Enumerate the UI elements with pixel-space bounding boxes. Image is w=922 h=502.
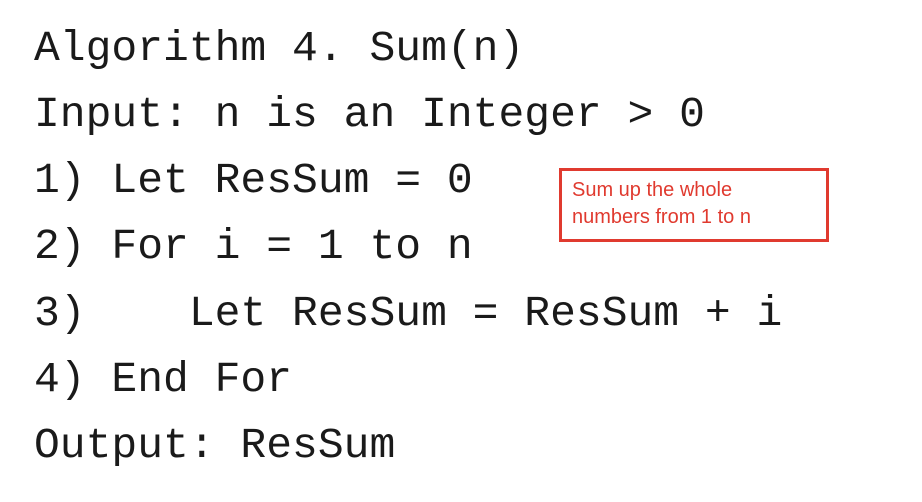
algorithm-step-1: 1) Let ResSum = 0: [34, 156, 473, 205]
algorithm-step-2: 2) For i = 1 to n: [34, 222, 473, 271]
algorithm-step-4: 4) End For: [34, 355, 293, 404]
algorithm-output: Output: ResSum: [34, 421, 396, 470]
algorithm-input: Input: n is an Integer > 0: [34, 90, 705, 139]
algorithm-title: Algorithm 4. Sum(n): [34, 24, 525, 73]
annotation-callout: Sum up the whole numbers from 1 to n: [559, 168, 829, 242]
slide: Algorithm 4. Sum(n) Input: n is an Integ…: [0, 0, 922, 502]
algorithm-step-3: 3) Let ResSum = ResSum + i: [34, 289, 783, 338]
